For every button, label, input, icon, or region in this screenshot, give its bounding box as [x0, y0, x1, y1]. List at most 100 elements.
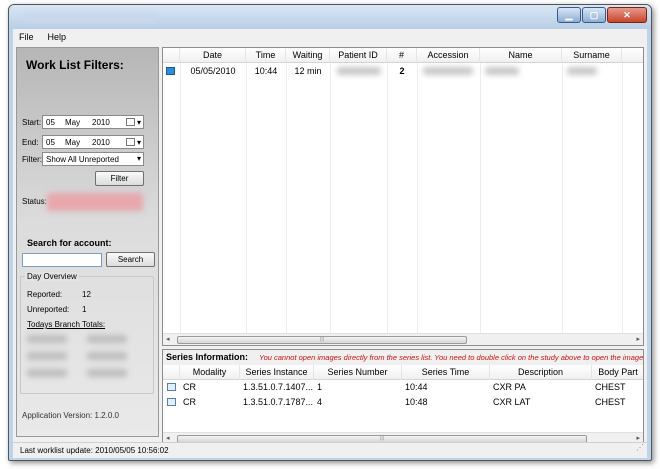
client-area: File Help Work List Filters: Start: 05 M…: [13, 29, 647, 458]
series-panel: Series Information: You cannot open imag…: [162, 349, 644, 443]
row-header-corner: [163, 48, 180, 63]
reported-label: Reported:: [27, 290, 63, 299]
row-modality: CR: [183, 382, 196, 392]
patient-id-redacted: [337, 67, 381, 75]
image-icon: [167, 383, 176, 391]
last-update-text: Last worklist update: 2010/05/05 10:56:0…: [20, 446, 169, 455]
col-patient-id[interactable]: Patient ID: [330, 48, 387, 63]
scroll-thumb[interactable]: ⦙⦙⦙: [177, 336, 467, 344]
status-bar: Last worklist update: 2010/05/05 10:56:0…: [13, 442, 647, 458]
filters-title: Work List Filters:: [26, 58, 124, 72]
col-series-number[interactable]: Series Number: [314, 365, 402, 380]
row-date: 05/05/2010: [190, 66, 236, 76]
col-waiting[interactable]: Waiting: [286, 48, 330, 63]
col-series-instance[interactable]: Series Instance: [240, 365, 314, 380]
worklist-horizontal-scrollbar[interactable]: ◂ ⦙⦙⦙ ▸: [163, 333, 643, 345]
account-search-input[interactable]: [22, 253, 102, 267]
end-year: 2010: [92, 138, 110, 147]
end-day: 05: [46, 138, 55, 147]
start-date-picker[interactable]: 05 May 2010 ▾: [42, 115, 144, 129]
calendar-icon[interactable]: [126, 118, 135, 126]
col-modality[interactable]: Modality: [180, 365, 240, 380]
chevron-down-icon[interactable]: ▾: [137, 138, 141, 147]
col-surname[interactable]: Surname: [562, 48, 622, 63]
branch-total-redacted: [87, 335, 127, 343]
title-bar[interactable]: ▁ ▢ ✕: [9, 5, 651, 29]
study-icon: [166, 67, 175, 75]
start-year: 2010: [92, 118, 110, 127]
series-grid[interactable]: Modality Series Instance Series Number S…: [163, 365, 643, 442]
unreported-count: 1: [82, 305, 87, 314]
close-button[interactable]: ✕: [607, 7, 647, 23]
resize-grip-icon[interactable]: ⋰: [636, 440, 644, 456]
branch-total-redacted: [27, 369, 67, 377]
app-version: Application Version: 1.2.0.0: [22, 411, 119, 420]
surname-redacted: [567, 67, 597, 75]
end-month: May: [65, 138, 81, 147]
series-warning: You cannot open images directly from the…: [259, 353, 644, 362]
row-waiting: 12 min: [294, 66, 322, 76]
maximize-button[interactable]: ▢: [582, 7, 606, 23]
row-series-time: 10:48: [405, 397, 428, 407]
col-description[interactable]: Description: [490, 365, 592, 380]
series-header: Modality Series Instance Series Number S…: [163, 365, 643, 380]
col-date[interactable]: Date: [180, 48, 246, 63]
accession-redacted: [423, 67, 473, 75]
reported-count: 12: [82, 290, 91, 299]
minimize-button[interactable]: ▁: [557, 7, 581, 23]
branch-total-redacted: [87, 352, 127, 360]
end-date-picker[interactable]: 05 May 2010 ▾: [42, 135, 144, 149]
row-series-instance: 1.3.51.0.7.1787...: [243, 397, 314, 407]
unreported-label: Unreported:: [27, 305, 70, 314]
branch-total-redacted: [27, 335, 67, 343]
row-series-number: 1: [317, 382, 323, 392]
table-row[interactable]: CR 1.3.51.0.7.1407... 1 10:44 CXR PA CHE…: [163, 380, 643, 395]
col-accession[interactable]: Accession: [417, 48, 480, 63]
row-description: CXR LAT: [493, 397, 531, 407]
col-time[interactable]: Time: [246, 48, 286, 63]
worklist-header: Date Time Waiting Patient ID # Accession…: [163, 48, 643, 63]
start-day: 05: [46, 118, 55, 127]
branch-totals-link[interactable]: Todays Branch Totals:: [27, 320, 105, 329]
window-title-redacted: [25, 13, 155, 23]
branch-total-redacted: [27, 352, 67, 360]
row-series-time: 10:44: [405, 382, 428, 392]
menu-help[interactable]: Help: [42, 32, 75, 42]
row-series-number: 4: [317, 397, 323, 407]
col-body-part[interactable]: Body Part: [592, 365, 643, 380]
col-series-time[interactable]: Series Time: [402, 365, 490, 380]
application-window: ▁ ▢ ✕ File Help Work List Filters: Start…: [8, 4, 652, 461]
scroll-left-icon[interactable]: ◂: [166, 334, 170, 345]
row-description: CXR PA: [493, 382, 526, 392]
row-body-part: CHEST: [595, 397, 626, 407]
start-label: Start:: [22, 118, 42, 127]
row-modality: CR: [183, 397, 196, 407]
day-overview-group: Day Overview Reported: 12 Unreported: 1 …: [20, 272, 154, 394]
row-body-part: CHEST: [595, 382, 626, 392]
scroll-right-icon[interactable]: ▸: [636, 334, 640, 345]
account-search-title: Search for account:: [27, 238, 112, 248]
worklist-grid[interactable]: Date Time Waiting Patient ID # Accession…: [162, 47, 644, 346]
start-month: May: [65, 118, 81, 127]
calendar-icon[interactable]: [126, 138, 135, 146]
chevron-down-icon[interactable]: ▾: [137, 118, 141, 127]
table-row[interactable]: CR 1.3.51.0.7.1787... 4 10:48 CXR LAT CH…: [163, 395, 643, 410]
filter-label: Filter:: [22, 155, 42, 164]
filter-select-value: Show All Unreported: [46, 155, 119, 164]
branch-total-redacted: [87, 369, 127, 377]
filter-select[interactable]: Show All Unreported ▾: [42, 152, 144, 166]
account-search-button[interactable]: Search: [106, 252, 155, 267]
image-icon: [167, 398, 176, 406]
filter-button[interactable]: Filter: [95, 171, 144, 186]
menu-bar: File Help: [13, 29, 647, 45]
table-row[interactable]: 05/05/2010 10:44 12 min 2: [163, 64, 643, 79]
col-name[interactable]: Name: [480, 48, 562, 63]
status-label: Status:: [22, 197, 47, 206]
row-header-corner: [163, 365, 180, 380]
row-series-instance: 1.3.51.0.7.1407...: [243, 382, 314, 392]
chevron-down-icon[interactable]: ▾: [137, 154, 141, 163]
end-label: End:: [22, 138, 39, 147]
name-redacted: [485, 67, 519, 75]
menu-file[interactable]: File: [13, 32, 42, 42]
col-count[interactable]: #: [387, 48, 417, 63]
